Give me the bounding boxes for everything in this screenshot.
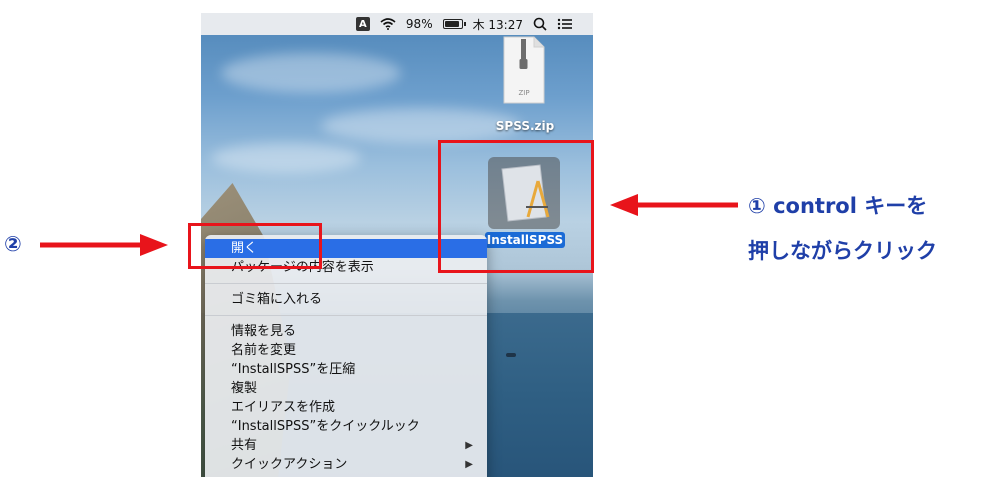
menu-item-share[interactable]: 共有 ▶ bbox=[205, 436, 487, 455]
zip-icon-text: ZIP bbox=[518, 89, 529, 97]
app-highlight-box bbox=[438, 140, 594, 273]
battery-icon[interactable] bbox=[442, 19, 466, 29]
step1-arrow-icon bbox=[610, 194, 738, 216]
menu-item-label: クイックアクション bbox=[231, 457, 348, 472]
menu-item-rename[interactable]: 名前を変更 bbox=[205, 341, 487, 360]
menu-item-make-alias[interactable]: エイリアスを作成 bbox=[205, 398, 487, 417]
input-source-indicator[interactable]: A bbox=[355, 17, 370, 31]
menu-separator bbox=[205, 315, 487, 316]
menu-item-label: “InstallSPSS”を圧縮 bbox=[231, 362, 356, 377]
search-icon[interactable] bbox=[533, 17, 547, 31]
battery-percent[interactable]: 98% bbox=[406, 17, 433, 31]
menu-item-label: 情報を見る bbox=[231, 324, 297, 339]
open-highlight-box bbox=[188, 223, 322, 269]
menu-item-label: エイリアスを作成 bbox=[231, 400, 336, 415]
cloud bbox=[211, 143, 361, 173]
menu-item-label: 共有 bbox=[231, 438, 258, 453]
menu-item-duplicate[interactable]: 複製 bbox=[205, 379, 487, 398]
cloud bbox=[221, 53, 401, 93]
zip-file-label[interactable]: SPSS.zip bbox=[493, 119, 557, 133]
menu-item-quick-actions[interactable]: クイックアクション ▶ bbox=[205, 455, 487, 474]
menu-item-label: 複製 bbox=[231, 381, 258, 396]
clock[interactable]: 木 13:27 bbox=[473, 16, 523, 33]
menu-item-label: 名前を変更 bbox=[231, 343, 297, 358]
menu-item-move-to-trash[interactable]: ゴミ箱に入れる bbox=[205, 290, 487, 309]
rock bbox=[506, 353, 516, 357]
step2-arrow-icon bbox=[40, 234, 168, 256]
wifi-icon[interactable] bbox=[380, 18, 396, 30]
menu-separator bbox=[205, 283, 487, 284]
submenu-arrow-icon: ▶ bbox=[465, 440, 473, 451]
step1-label-line1: ① control キーを bbox=[748, 194, 928, 218]
menu-item-get-info[interactable]: 情報を見る bbox=[205, 322, 487, 341]
step1-label-line2: 押しながらクリック bbox=[748, 239, 937, 263]
menu-item-label: ゴミ箱に入れる bbox=[231, 292, 323, 307]
zip-file-icon[interactable]: ZIP bbox=[502, 35, 546, 105]
menu-item-label: “InstallSPSS”をクイックルック bbox=[231, 419, 420, 434]
cloud bbox=[321, 108, 521, 143]
menu-item-compress[interactable]: “InstallSPSS”を圧縮 bbox=[205, 360, 487, 379]
control-center-icon[interactable] bbox=[557, 17, 573, 31]
step2-label: ② bbox=[4, 232, 22, 256]
menu-bar: A 98% 木 13:27 bbox=[201, 13, 593, 35]
submenu-arrow-icon: ▶ bbox=[465, 459, 473, 470]
menu-item-quick-look[interactable]: “InstallSPSS”をクイックルック bbox=[205, 417, 487, 436]
